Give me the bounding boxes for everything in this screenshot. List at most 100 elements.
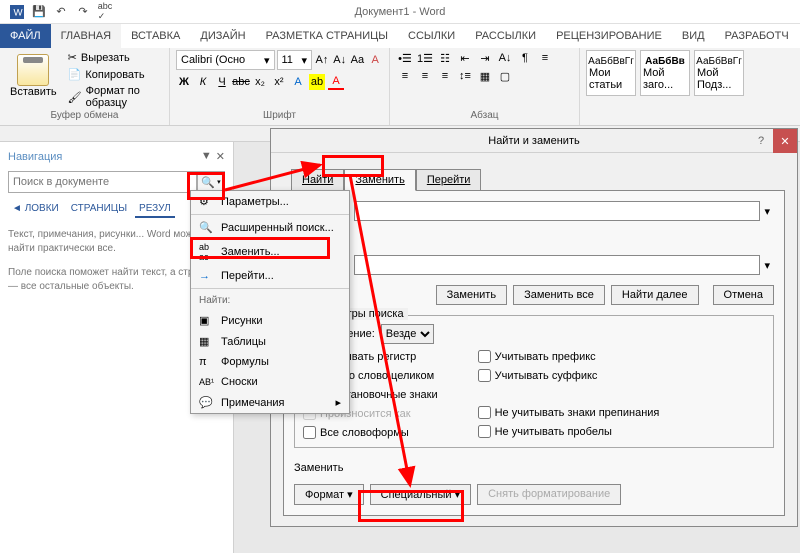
tab-mailings[interactable]: РАССЫЛКИ (465, 24, 546, 48)
replace-icon: abac (199, 242, 213, 262)
sort-icon[interactable]: A↓ (496, 50, 514, 66)
footnote-icon: AB¹ (199, 377, 213, 387)
numbering-icon[interactable]: 1☰ (416, 50, 434, 66)
cut-button[interactable]: ✂Вырезать (67, 50, 163, 65)
tab-developer[interactable]: РАЗРАБОТЧ (715, 24, 799, 48)
ribbon-tabs: ФАЙЛ ГЛАВНАЯ ВСТАВКА ДИЗАЙН РАЗМЕТКА СТР… (0, 24, 800, 48)
superscript-button[interactable]: x² (271, 74, 287, 90)
style-box[interactable]: АаБбВвГгМои статьи (586, 50, 636, 96)
word-icon: W (8, 3, 26, 21)
check-suffix[interactable]: Учитывать суффикс (478, 369, 660, 382)
dd-options[interactable]: ⚙Параметры... (191, 191, 349, 212)
text-effects-button[interactable]: A (290, 74, 306, 90)
arrow-right-icon: → (199, 270, 213, 282)
tab-design[interactable]: ДИЗАЙН (190, 24, 255, 48)
align-right-icon[interactable]: ≡ (416, 68, 434, 84)
check-word-forms[interactable]: Все словоформы (303, 426, 438, 439)
replace-button[interactable]: Заменить (436, 285, 507, 305)
replace-all-button[interactable]: Заменить все (513, 285, 605, 305)
tab-view[interactable]: ВИД (672, 24, 715, 48)
format-painter-button[interactable]: 🖌Формат по образцу (67, 84, 163, 110)
strike-button[interactable]: abc (233, 74, 249, 90)
no-format-button[interactable]: Снять форматирование (477, 484, 621, 505)
dd-formulas[interactable]: πФормулы (191, 352, 349, 372)
bold-button[interactable]: Ж (176, 74, 192, 90)
dialog-tab-replace[interactable]: Заменить (344, 169, 415, 191)
nav-tab-headings[interactable]: ◄ ЗАГОЛОВКИЛОВКИ (8, 201, 63, 218)
font-name-combo[interactable]: Calibri (Осно▾ (176, 50, 275, 70)
save-icon[interactable]: 💾 (30, 3, 48, 21)
svg-text:W: W (14, 7, 24, 18)
help-icon[interactable]: ? (749, 129, 773, 153)
tab-file[interactable]: ФАЙЛ (0, 24, 51, 48)
table-icon: ▦ (199, 335, 213, 348)
underline-button[interactable]: Ч (214, 74, 230, 90)
special-button[interactable]: Специальный ▾ (370, 484, 471, 505)
tab-references[interactable]: ССЫЛКИ (398, 24, 465, 48)
shading-icon[interactable]: ▦ (476, 68, 494, 84)
font-color-button[interactable]: A (328, 74, 344, 90)
borders-icon[interactable]: ▢ (496, 68, 514, 84)
tab-layout[interactable]: РАЗМЕТКА СТРАНИЦЫ (256, 24, 398, 48)
style-box[interactable]: АаБбВвГгМой Подз... (694, 50, 744, 96)
pi-icon: π (199, 356, 213, 368)
clear-format-icon[interactable]: A (367, 52, 383, 68)
nav-dropdown-icon[interactable]: ▼ (201, 150, 212, 163)
check-prefix[interactable]: Учитывать префикс (478, 350, 660, 363)
nav-tab-pages[interactable]: СТРАНИЦЫ (67, 201, 131, 218)
dd-replace[interactable]: abacЗаменить... (191, 238, 349, 266)
pilcrow-icon[interactable]: ¶ (516, 50, 534, 66)
tab-insert[interactable]: ВСТАВКА (121, 24, 190, 48)
check-ignore-punct[interactable]: Не учитывать знаки препинания (478, 406, 660, 419)
dd-tables[interactable]: ▦Таблицы (191, 331, 349, 352)
line-spacing-icon[interactable]: ↕≡ (456, 68, 474, 84)
cancel-button[interactable]: Отмена (713, 285, 774, 305)
change-case-icon[interactable]: Aa (350, 52, 366, 68)
replace-input[interactable] (354, 255, 760, 275)
align-left-icon[interactable]: ≡ (536, 50, 554, 66)
close-icon[interactable]: ✕ (773, 129, 797, 153)
align-center-icon[interactable]: ≡ (396, 68, 414, 84)
undo-icon[interactable]: ↶ (52, 3, 70, 21)
dd-goto[interactable]: →Перейти... (191, 266, 349, 286)
redo-icon[interactable]: ↷ (74, 3, 92, 21)
search-input[interactable] (8, 171, 197, 193)
dd-advanced-find[interactable]: 🔍Расширенный поиск... (191, 217, 349, 238)
nav-tab-results[interactable]: РЕЗУЛ (135, 201, 175, 218)
paste-button[interactable]: Вставить (6, 50, 61, 110)
find-next-button[interactable]: Найти далее (611, 285, 699, 305)
justify-icon[interactable]: ≡ (436, 68, 454, 84)
dialog-tab-find[interactable]: Найти (291, 169, 344, 191)
dd-comments[interactable]: 💬Примечания▸ (191, 392, 349, 413)
tab-home[interactable]: ГЛАВНАЯ (51, 24, 121, 48)
ribbon: Вставить ✂Вырезать 📄Копировать 🖌Формат п… (0, 48, 800, 126)
dd-footnotes[interactable]: AB¹Сноски (191, 372, 349, 392)
nav-close-icon[interactable]: ✕ (216, 150, 225, 163)
grow-font-icon[interactable]: A↑ (314, 52, 330, 68)
dd-pictures[interactable]: ▣Рисунки (191, 310, 349, 331)
highlight-button[interactable]: ab (309, 74, 325, 90)
bullets-icon[interactable]: •☰ (396, 50, 414, 66)
dialog-title: Найти и заменить (488, 135, 579, 147)
find-dropdown-icon[interactable]: ▾ (760, 205, 774, 218)
check-ignore-spaces[interactable]: Не учитывать пробелы (478, 425, 660, 438)
subscript-button[interactable]: x₂ (252, 74, 268, 90)
increase-indent-icon[interactable]: ⇥ (476, 50, 494, 66)
tab-review[interactable]: РЕЦЕНЗИРОВАНИЕ (546, 24, 672, 48)
shrink-font-icon[interactable]: A↓ (332, 52, 348, 68)
multilevel-icon[interactable]: ☷ (436, 50, 454, 66)
dialog-tab-goto[interactable]: Перейти (416, 169, 482, 191)
font-size-combo[interactable]: 11▾ (277, 50, 313, 70)
style-box[interactable]: АаБбВвМой заго... (640, 50, 690, 96)
copy-button[interactable]: 📄Копировать (67, 67, 163, 82)
replace-dropdown-icon[interactable]: ▾ (760, 259, 774, 272)
spelling-icon[interactable]: abc✓ (96, 3, 114, 21)
paragraph-buttons: •☰ 1☰ ☷ ⇤ ⇥ A↓ ¶ ≡ ≡ ≡ ≡ ↕≡ ▦ ▢ (396, 50, 566, 84)
italic-button[interactable]: К (195, 74, 211, 90)
paragraph-group-label: Абзац (396, 110, 573, 123)
format-button[interactable]: Формат ▾ (294, 484, 364, 505)
find-input[interactable] (354, 201, 760, 221)
copy-icon: 📄 (68, 68, 82, 81)
decrease-indent-icon[interactable]: ⇤ (456, 50, 474, 66)
direction-select[interactable]: Везде (381, 324, 434, 344)
